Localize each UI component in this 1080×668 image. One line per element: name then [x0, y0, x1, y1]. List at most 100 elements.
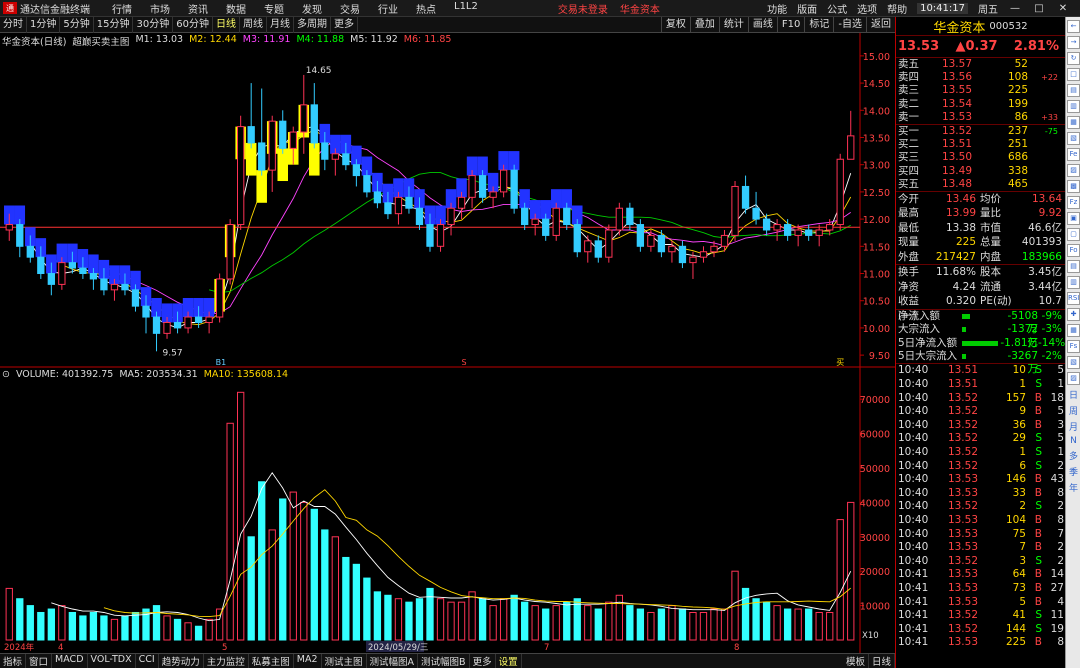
side-tool-icon[interactable]: ▦: [1067, 324, 1080, 337]
tool-button[interactable]: 返回: [866, 17, 895, 33]
book-price[interactable]: 13.53: [930, 111, 972, 124]
indicator-tab[interactable]: 测试幅图B: [418, 654, 470, 668]
side-tool-icon[interactable]: □: [1067, 68, 1080, 81]
side-tool-icon[interactable]: ←: [1067, 20, 1080, 33]
side-tool-icon[interactable]: RSI: [1067, 292, 1080, 305]
tool-button[interactable]: 统计: [718, 17, 748, 33]
menu-item[interactable]: 行业: [378, 1, 398, 16]
volume-bars[interactable]: 70000 60000 50000 40000 30000 20000 10000 X10 20…: [0, 368, 895, 653]
book-price[interactable]: 13.52: [930, 125, 972, 138]
indicator-tab[interactable]: 测试主图: [322, 654, 367, 668]
close-icon[interactable]: ✕: [1056, 3, 1070, 14]
indicator-tab[interactable]: MACD: [52, 654, 88, 668]
side-period-label[interactable]: 周: [1066, 404, 1080, 417]
indicator-tab[interactable]: 测试幅图A: [367, 654, 419, 668]
candlestick-chart[interactable]: 15.00 14.50 14.00 13.50 13.00 12.50 12.00 11.50…: [0, 33, 895, 368]
period-tab[interactable]: 周线: [240, 16, 267, 33]
side-period-label[interactable]: N: [1066, 436, 1080, 446]
side-period-label[interactable]: 多: [1066, 449, 1080, 462]
side-tool-icon[interactable]: ▨: [1067, 372, 1080, 385]
side-tool-icon[interactable]: ▦: [1067, 116, 1080, 129]
side-tool-icon[interactable]: →: [1067, 36, 1080, 49]
side-period-label[interactable]: 年: [1066, 481, 1080, 494]
period-tab[interactable]: 30分钟: [133, 16, 174, 33]
side-period-label[interactable]: 月: [1066, 420, 1080, 433]
right-menu-item[interactable]: 帮助: [887, 1, 907, 16]
right-menu-item[interactable]: 功能: [767, 1, 787, 16]
side-tool-icon[interactable]: ▥: [1067, 100, 1080, 113]
period-tab[interactable]: 1分钟: [27, 16, 61, 33]
menu-item[interactable]: 热点: [416, 1, 436, 16]
period-tab[interactable]: 60分钟: [173, 16, 213, 33]
bottom-right-item[interactable]: 模板: [843, 654, 869, 668]
minimize-icon[interactable]: —: [1008, 3, 1022, 14]
tool-button[interactable]: 复权: [660, 17, 690, 33]
side-tool-icon[interactable]: ↻: [1067, 52, 1080, 65]
side-tool-icon[interactable]: ▨: [1067, 164, 1080, 177]
bottom-right-item[interactable]: 日线: [869, 654, 895, 668]
menu-item[interactable]: 专题: [264, 1, 284, 16]
indicator-tab[interactable]: 更多: [470, 654, 496, 668]
side-tool-icon[interactable]: ▢: [1067, 228, 1080, 241]
period-tab[interactable]: 15分钟: [94, 16, 134, 33]
period-tab[interactable]: 分时: [0, 16, 27, 33]
right-menu-item[interactable]: 选项: [857, 1, 877, 16]
period-tab[interactable]: 多周期: [294, 16, 331, 33]
book-price[interactable]: 13.49: [930, 165, 972, 178]
trade-status[interactable]: 交易未登录: [558, 1, 608, 16]
book-price[interactable]: 13.54: [930, 98, 972, 111]
side-tool-icon[interactable]: Fo: [1067, 244, 1080, 257]
indicator-tab[interactable]: MA2: [294, 654, 322, 668]
indicator-tab[interactable]: 窗口: [26, 654, 53, 668]
book-price[interactable]: 13.50: [930, 151, 972, 164]
tool-button[interactable]: F10: [776, 17, 804, 33]
period-tab[interactable]: 更多: [331, 16, 358, 33]
side-tool-icon[interactable]: Fs: [1067, 340, 1080, 353]
book-price[interactable]: 13.55: [930, 84, 972, 97]
indicator-tab[interactable]: 设置: [496, 654, 522, 668]
indicator-tab[interactable]: 趋势动力: [159, 654, 204, 668]
period-tab[interactable]: 月线: [267, 16, 294, 33]
indicator-tab[interactable]: 指标: [0, 654, 27, 668]
right-menu-item[interactable]: 公式: [827, 1, 847, 16]
side-tool-icon[interactable]: ✚: [1067, 308, 1080, 321]
book-price[interactable]: 13.57: [930, 58, 972, 71]
side-tool-icon[interactable]: ▧: [1067, 356, 1080, 369]
indicator-tab[interactable]: VOL-TDX: [88, 654, 136, 668]
side-tool-icon[interactable]: Fe: [1067, 148, 1080, 161]
side-tool-icon[interactable]: ▤: [1067, 260, 1080, 273]
side-tool-icon[interactable]: ▣: [1067, 212, 1080, 225]
menu-item[interactable]: 行情: [112, 1, 132, 16]
side-period-label[interactable]: 季: [1066, 465, 1080, 478]
period-tab[interactable]: 日线: [213, 16, 240, 33]
menu-item[interactable]: L1L2: [454, 1, 478, 16]
indicator-tab[interactable]: 主力监控: [204, 654, 249, 668]
indicator-tab[interactable]: CCI: [136, 654, 159, 668]
side-tool-icon[interactable]: ▧: [1067, 132, 1080, 145]
side-tool-icon[interactable]: ▤: [1067, 84, 1080, 97]
maximize-icon[interactable]: □: [1032, 3, 1046, 14]
menu-item[interactable]: 数据: [226, 1, 246, 16]
book-price[interactable]: 13.51: [930, 138, 972, 151]
legend-indicator[interactable]: 超巅买卖主图: [72, 34, 129, 48]
period-tab[interactable]: 5分钟: [60, 16, 94, 33]
side-period-label[interactable]: 日: [1066, 388, 1080, 401]
tool-button[interactable]: -自选: [833, 17, 866, 33]
volume-chart[interactable]: 70000 60000 50000 40000 30000 20000 10000 X10 20…: [0, 368, 895, 653]
book-price[interactable]: 13.56: [930, 71, 972, 84]
tool-button[interactable]: 画线: [747, 17, 777, 33]
right-menu-item[interactable]: 版面: [797, 1, 817, 16]
menu-item[interactable]: 资讯: [188, 1, 208, 16]
book-price[interactable]: 13.48: [930, 178, 972, 191]
side-tool-icon[interactable]: ▥: [1067, 276, 1080, 289]
menu-item[interactable]: 交易: [340, 1, 360, 16]
side-tool-icon[interactable]: ▩: [1067, 180, 1080, 193]
menu-item[interactable]: 市场: [150, 1, 170, 16]
menu-item[interactable]: 发现: [302, 1, 322, 16]
tool-button[interactable]: 标记: [804, 17, 833, 33]
indicator-tab[interactable]: 私募主图: [249, 654, 294, 668]
broker-name[interactable]: 华金资本: [620, 1, 660, 16]
main-chart[interactable]: 15.00 14.50 14.00 13.50 13.00 12.50 12.00 11.50…: [0, 33, 895, 368]
tool-button[interactable]: 叠加: [689, 17, 719, 33]
side-tool-icon[interactable]: Fz: [1067, 196, 1080, 209]
